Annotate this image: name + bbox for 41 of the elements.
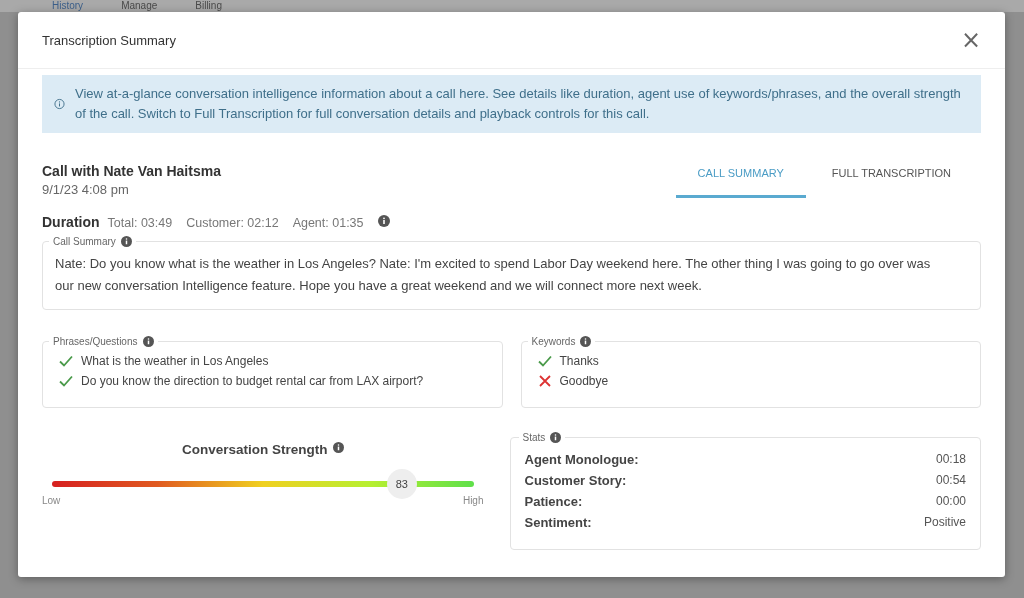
strength-thumb: 83 <box>386 469 417 499</box>
call-title: Call with Nate Van Haitsma <box>42 163 221 179</box>
duration-value: Customer: 02:12 <box>186 216 279 230</box>
tab[interactable]: CALL SUMMARY <box>675 163 806 198</box>
info-icon <box>550 432 562 443</box>
stat-name: Sentiment: <box>524 514 592 532</box>
strength-title: Conversation Strength <box>182 442 328 457</box>
nav-tab[interactable]: Manage <box>121 0 158 11</box>
list-item-text: What is the weather in Los Angeles <box>81 354 269 368</box>
panel-label: Stats <box>522 432 546 443</box>
stat-value: 00:18 <box>935 451 966 468</box>
scale-min-label: Low <box>42 495 61 506</box>
stat-name: Agent Monologue: <box>524 451 639 469</box>
info-text: View at-a-glance conversation intelligence information about a call here. See details like duration, agent use of keywords/phrases, and the overall strength of the call. Switch to Full Transcription for full conversation details and playback controls for this call. <box>75 85 962 123</box>
close-button[interactable]: × <box>956 28 985 52</box>
list-item-text: Thanks <box>559 354 599 368</box>
call-datetime: 9/1/23 4:08 pm <box>42 182 130 197</box>
duration-label: Duration <box>42 214 100 230</box>
scale-max-label: High <box>462 495 484 506</box>
duration-value: Total: 03:49 <box>107 216 173 230</box>
info-icon <box>120 236 132 247</box>
dialog-title: Transcription Summary <box>42 32 176 48</box>
stat-value: 00:00 <box>935 493 966 510</box>
nav-tab[interactable]: History <box>52 0 84 11</box>
info-icon <box>142 336 154 347</box>
info-icon <box>332 442 344 453</box>
stat-value: Positive <box>923 514 966 531</box>
stat-name: Customer Story: <box>524 472 627 490</box>
panel-label: Call Summary <box>53 236 116 247</box>
list-item-text: Goodbye <box>559 374 609 388</box>
nav-tab[interactable]: Billing <box>195 0 222 11</box>
info-icon <box>580 336 592 347</box>
info-icon <box>377 215 390 227</box>
summary-text: Nate: Do you know what is the weather in Los Angeles? Nate: I'm excited to spend Labor Day weekend here. The other thing I was going to go over was our new conversation Intelligence feature. Hope you have a great weekend and we will connect more next week. <box>55 256 931 293</box>
duration-value: Agent: 01:35 <box>292 216 364 230</box>
list-item-text: Do you know the direction to budget rental car from LAX airport? <box>81 374 424 388</box>
stat-value: 00:54 <box>935 472 966 489</box>
panel-label: Phrases/Questions <box>53 336 138 347</box>
stat-name: Patience: <box>524 493 583 511</box>
panel-label: Keywords <box>531 336 576 347</box>
tab[interactable]: FULL TRANSCRIPTION <box>809 163 973 198</box>
